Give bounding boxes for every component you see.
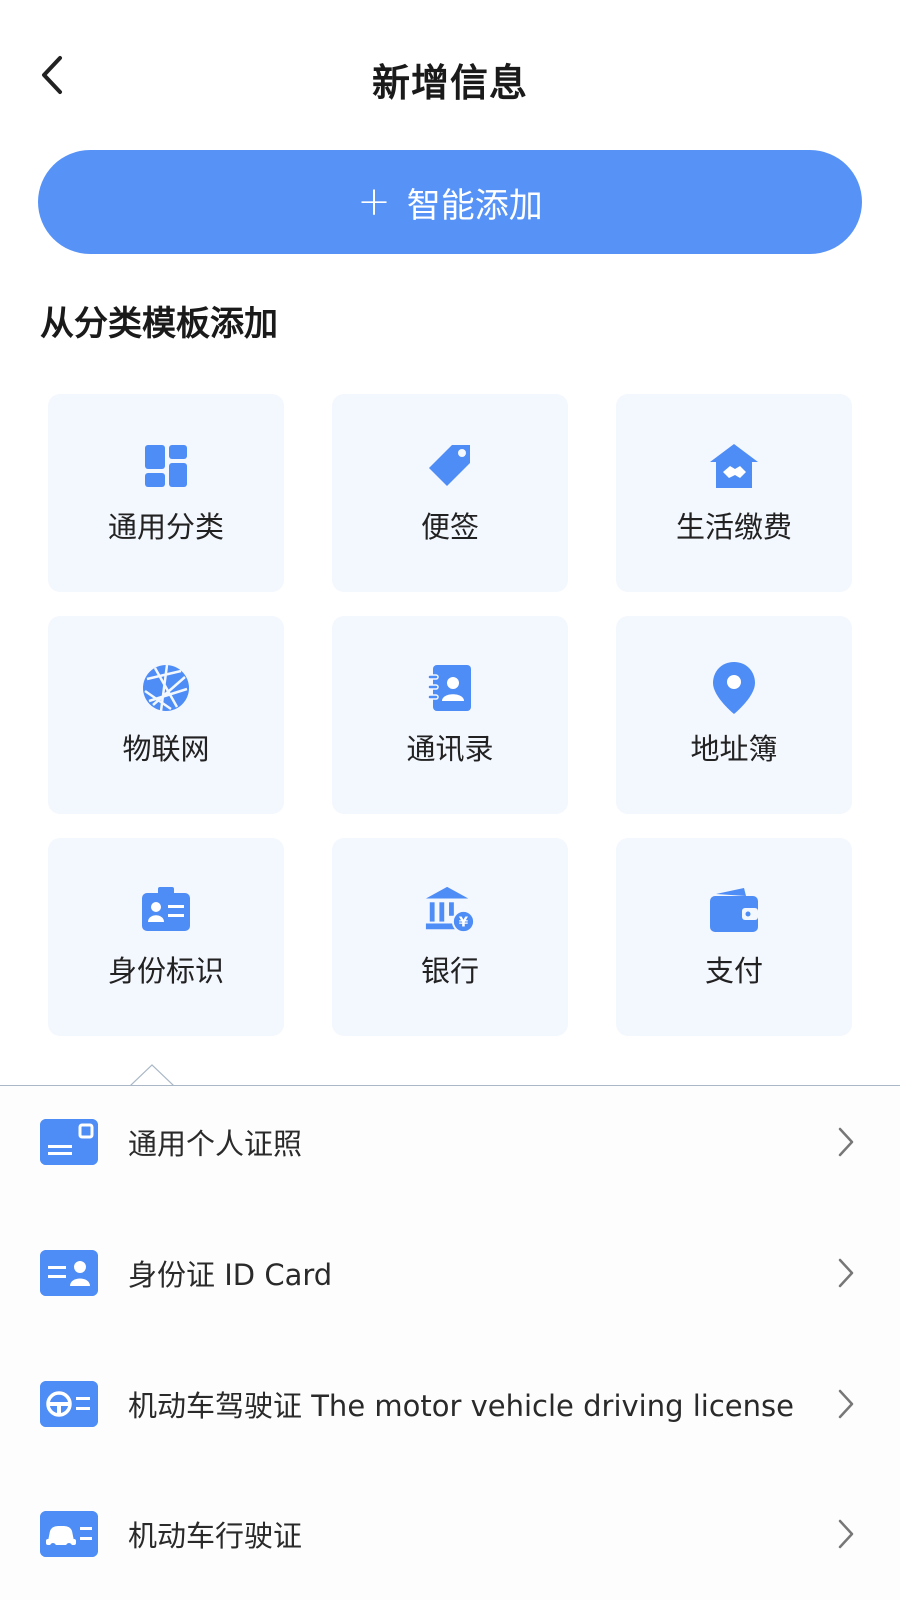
home-handshake-icon	[708, 440, 760, 492]
template-list: 通用个人证照 身份证 ID Card 机动车驾驶证 The motor vehi…	[0, 1086, 900, 1600]
chevron-right-icon	[838, 1519, 854, 1549]
smart-add-button[interactable]: + 智能添加	[38, 150, 862, 254]
caret-pointer	[130, 1064, 174, 1087]
category-label: 身份标识	[107, 954, 224, 988]
id-badge-icon	[140, 884, 192, 936]
template-label: 机动车驾驶证 The motor vehicle driving license	[128, 1389, 794, 1423]
category-label: 物联网	[122, 732, 210, 766]
template-vehicle-license[interactable]: 机动车行驶证	[0, 1484, 900, 1584]
page-title: 新增信息	[371, 61, 528, 105]
section-title: 从分类模板添加	[40, 304, 278, 344]
wallet-icon	[708, 884, 760, 936]
category-contacts[interactable]: 通讯录	[332, 616, 568, 814]
car-card-icon	[40, 1511, 98, 1557]
chevron-right-icon	[838, 1389, 854, 1419]
grid-layout-icon	[140, 440, 192, 492]
category-utilities[interactable]: 生活缴费	[616, 394, 852, 592]
category-label: 支付	[704, 954, 763, 988]
bank-icon: ¥	[424, 884, 476, 936]
template-label: 机动车行驶证	[128, 1519, 303, 1553]
category-label: 生活缴费	[675, 510, 792, 544]
category-iot[interactable]: 物联网	[48, 616, 284, 814]
category-grid: 通用分类 便签 生活缴费 物联网 通讯录 地址簿 身份标识 ¥ 银行 支付	[48, 394, 852, 1036]
template-general-license[interactable]: 通用个人证照	[0, 1092, 900, 1192]
chevron-right-icon	[838, 1127, 854, 1157]
template-label: 通用个人证照	[128, 1127, 303, 1161]
smart-add-label: 智能添加	[406, 185, 543, 226]
category-label: 便签	[420, 510, 479, 544]
location-pin-icon	[708, 662, 760, 714]
category-general[interactable]: 通用分类	[48, 394, 284, 592]
category-label: 银行	[420, 954, 479, 988]
category-notes[interactable]: 便签	[332, 394, 568, 592]
category-bank[interactable]: ¥ 银行	[332, 838, 568, 1036]
category-payment[interactable]: 支付	[616, 838, 852, 1036]
category-label: 通用分类	[107, 510, 224, 544]
svg-text:¥: ¥	[459, 914, 469, 930]
category-label: 地址簿	[690, 732, 778, 766]
globe-network-icon	[140, 662, 192, 714]
tag-icon	[424, 440, 476, 492]
contact-book-icon	[424, 662, 476, 714]
template-driving-license[interactable]: 机动车驾驶证 The motor vehicle driving license	[0, 1354, 900, 1454]
card-icon	[40, 1119, 98, 1165]
chevron-right-icon	[838, 1258, 854, 1288]
template-label: 身份证 ID Card	[128, 1258, 333, 1292]
template-id-card[interactable]: 身份证 ID Card	[0, 1223, 900, 1323]
category-label: 通讯录	[406, 732, 494, 766]
category-identity[interactable]: 身份标识	[48, 838, 284, 1036]
header: 新增信息	[0, 0, 900, 150]
id-card-icon	[40, 1250, 98, 1296]
plus-icon: +	[357, 179, 391, 225]
category-addresses[interactable]: 地址簿	[616, 616, 852, 814]
steering-wheel-card-icon	[40, 1381, 98, 1427]
